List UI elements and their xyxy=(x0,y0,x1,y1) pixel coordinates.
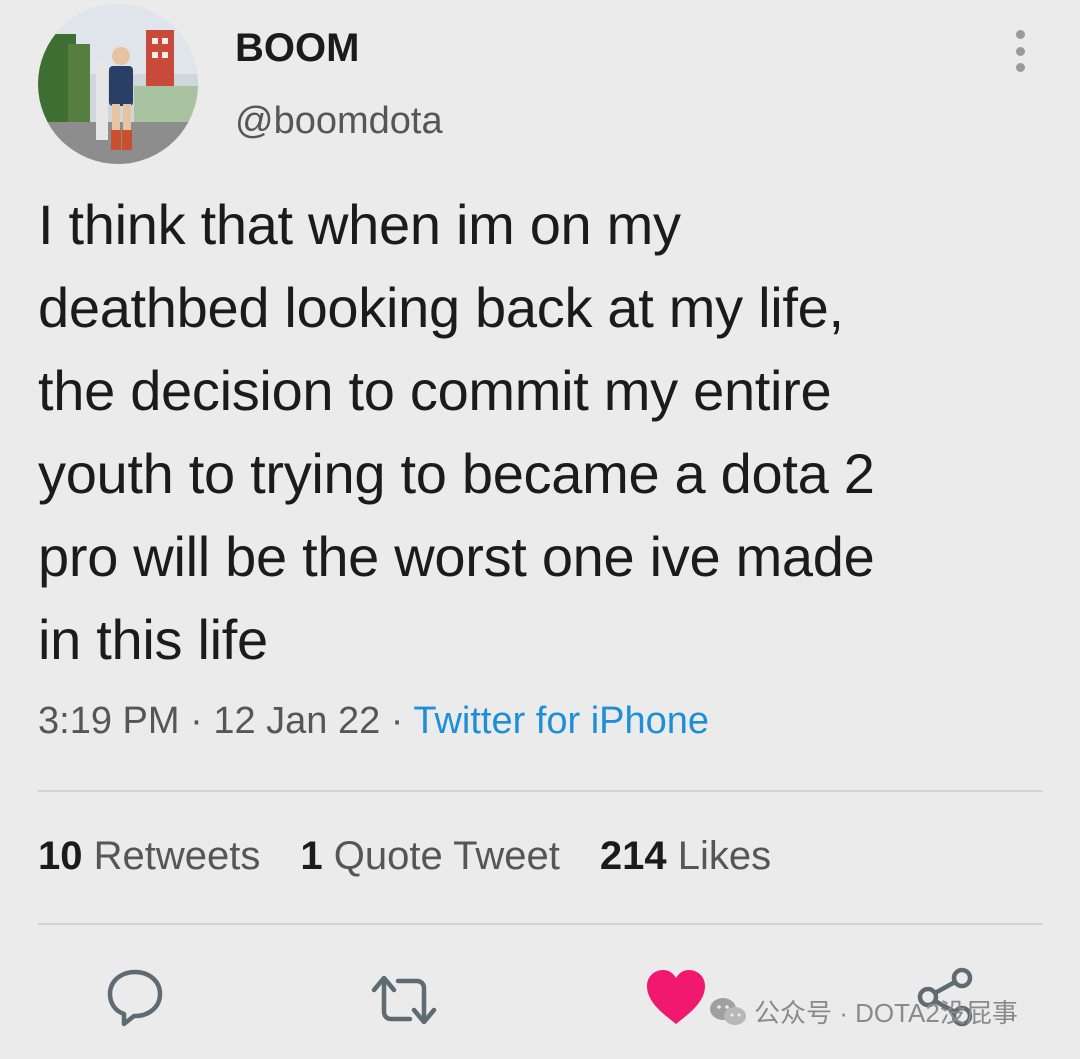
likes-count: 214 xyxy=(599,834,667,878)
reply-icon xyxy=(107,969,163,1027)
retweet-button[interactable] xyxy=(370,972,438,1033)
display-name[interactable]: BOOM xyxy=(235,26,359,71)
tweet-date: 12 Jan 22 xyxy=(213,700,381,742)
more-options-icon[interactable] xyxy=(1008,30,1032,72)
tweet-text: I think that when im on my deathbed look… xyxy=(38,193,875,671)
user-handle[interactable]: @boomdota xyxy=(235,100,443,143)
tweet-time: 3:19 PM xyxy=(38,700,180,742)
avatar[interactable] xyxy=(38,4,198,164)
likes-label: Likes xyxy=(677,834,772,878)
wechat-icon xyxy=(708,996,748,1028)
divider xyxy=(38,923,1043,925)
engagement-stats: 10 Retweets 1 Quote Tweet 214 Likes xyxy=(38,834,771,879)
retweets-label: Retweets xyxy=(93,834,261,878)
meta-separator: · xyxy=(190,700,203,742)
watermark-text: 公众号 · DOTA2没屁事 xyxy=(754,998,1018,1028)
retweets-count: 10 xyxy=(38,834,83,878)
reply-button[interactable] xyxy=(104,966,166,1033)
retweet-icon xyxy=(371,975,437,1025)
tweet-meta: 3:19 PM · 12 Jan 22 · Twitter for iPhone xyxy=(38,700,709,743)
quotes-label: Quote Tweet xyxy=(333,834,560,878)
quotes-stat[interactable]: 1 Quote Tweet xyxy=(300,834,559,879)
like-button[interactable] xyxy=(645,968,707,1031)
watermark: 公众号 · DOTA2没屁事 xyxy=(708,993,1018,1030)
heart-icon xyxy=(647,970,705,1024)
meta-separator: · xyxy=(390,700,404,742)
likes-stat[interactable]: 214 Likes xyxy=(600,834,771,879)
divider xyxy=(38,790,1043,792)
quotes-count: 1 xyxy=(300,834,323,878)
retweets-stat[interactable]: 10 Retweets xyxy=(38,834,260,879)
tweet-source-link[interactable]: Twitter for iPhone xyxy=(413,700,709,742)
